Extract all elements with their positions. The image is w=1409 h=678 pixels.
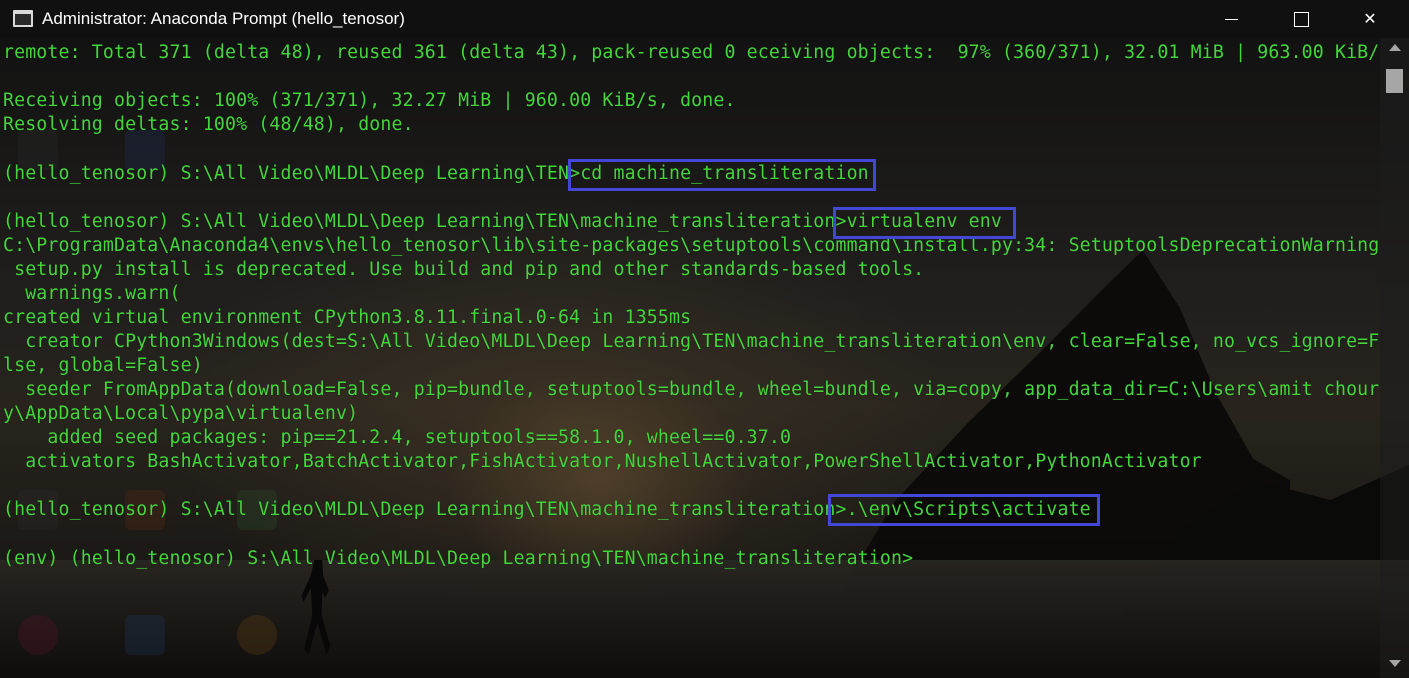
close-button[interactable]: ✕ (1347, 0, 1393, 38)
console-line: (env) (hello_tenosor) S:\All Video\MLDL\… (3, 548, 914, 569)
vertical-scrollbar[interactable] (1380, 38, 1409, 678)
scrollbar-thumb[interactable] (1386, 69, 1403, 93)
title-bar[interactable]: Administrator: Anaconda Prompt (hello_te… (0, 0, 1409, 38)
console-line: y\AppData\Local\pypa\virtualenv) (3, 403, 359, 424)
app-console-icon[interactable] (13, 10, 33, 27)
minimize-button[interactable] (1208, 0, 1254, 38)
minimize-icon (1225, 19, 1238, 20)
console-line: warnings.warn( (3, 283, 181, 304)
maximize-icon (1294, 12, 1309, 27)
console-line: activators BashActivator,BatchActivator,… (3, 451, 1202, 472)
highlight-box-activate-command (828, 494, 1100, 526)
console-line: Resolving deltas: 100% (48/48), done. (3, 114, 414, 135)
console-line: added seed packages: pip==21.2.4, setupt… (3, 427, 792, 448)
highlight-box-cd-command (568, 159, 876, 191)
console-output[interactable]: remote: Total 371 (delta 48), reused 361… (0, 38, 1380, 678)
maximize-button[interactable] (1278, 0, 1324, 38)
console-line: C:\ProgramData\Anaconda4\envs\hello_teno… (3, 235, 1380, 256)
console-line: Receiving objects: 100% (371/371), 32.27… (3, 90, 736, 111)
console-line: seeder FromAppData(download=False, pip=b… (3, 379, 1380, 400)
console-line: remote: Total 371 (delta 48), reused 361… (3, 42, 1380, 63)
highlight-box-virtualenv-command (833, 207, 1016, 239)
scroll-down-arrow-icon[interactable] (1389, 660, 1401, 667)
anaconda-prompt-window: Administrator: Anaconda Prompt (hello_te… (0, 0, 1409, 678)
close-icon: ✕ (1363, 9, 1377, 28)
scroll-up-arrow-icon[interactable] (1389, 44, 1401, 51)
window-title: Administrator: Anaconda Prompt (hello_te… (42, 9, 405, 28)
console-line: lse, global=False) (3, 355, 203, 376)
console-line: created virtual environment CPython3.8.1… (3, 307, 692, 328)
console-line: setup.py install is deprecated. Use buil… (3, 259, 925, 280)
console-line: creator CPython3Windows(dest=S:\All Vide… (3, 331, 1380, 352)
